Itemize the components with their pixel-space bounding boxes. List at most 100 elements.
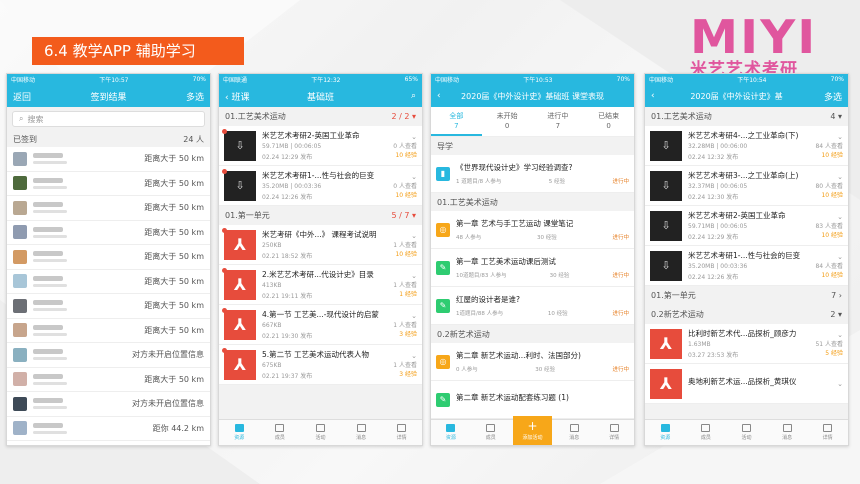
resource-item[interactable]: ⇩ 米艺艺术考研3-...之工业革命(上) 32.37MB | 00:06:05 02… (645, 166, 848, 206)
activity-item[interactable]: ◎ 第一章 艺术与手工艺运动 课堂笔记 48 人参与 30 经验 进行中 (431, 211, 634, 249)
tab-label: 详情 (609, 435, 620, 441)
activity-item[interactable]: ✎ 红屋的设计者是谁? 1道题目/88 人参与 10 经验 进行中 (431, 287, 634, 325)
multi-select-button[interactable]: 多选 (824, 90, 842, 103)
list-item[interactable]: 距离大于 50 km (7, 147, 210, 172)
search-input[interactable]: ⌕ 搜索 (12, 111, 205, 127)
tab-messages[interactable]: 消息 (341, 420, 382, 445)
group-header[interactable]: 01.工艺美术运动 4 ▾ (645, 107, 848, 126)
tab-resources[interactable]: 资源 (431, 420, 471, 445)
item-meta: 413KB (262, 282, 389, 289)
resource-item[interactable]: ⅄ 米艺考研《中外...》 课程考试说明 250KB 02.21 18:52 发布 ⌄ 1… (219, 225, 422, 265)
resource-item[interactable]: ⅄ 比利时新艺术代...品探析_顾彦力 1.63MB 03.27 23:53 发布 ⌄ 5… (645, 324, 848, 364)
view-count: 0 人查看 (393, 142, 417, 150)
activity-icon (741, 424, 751, 432)
search-icon[interactable]: ⌕ (411, 91, 416, 101)
group-header[interactable]: 01.第一单元 5 / 7 ▾ (219, 206, 422, 225)
activity-item[interactable]: ◎ 第二章 新艺术运动...利时、法国部分) 0 人参与 30 经验 进行中 (431, 343, 634, 381)
tab-messages[interactable]: 消息 (767, 420, 808, 445)
tab-activities[interactable]: 活动 (300, 420, 341, 445)
tab-activities[interactable]: + 添加活动 (512, 416, 553, 445)
blurred-name (33, 275, 63, 281)
chevron-down-icon[interactable]: ⌄ (815, 213, 843, 221)
blurred-name (33, 153, 63, 159)
resource-item[interactable]: ⇩ 米艺艺术考研2-英国工业革命 59.71MB | 00:06:05 02.24 1… (645, 206, 848, 246)
list-item[interactable]: 距离大于 50 km (7, 245, 210, 270)
chevron-down-icon[interactable]: ⌄ (393, 312, 417, 320)
chevron-down-icon[interactable]: ⌄ (815, 253, 843, 261)
resource-item[interactable]: ⇩ 米艺艺术考研1-...性与社会的巨变 35.20MB | 00:03:36 02.… (645, 246, 848, 286)
resource-item[interactable]: ⅄ 5.第二节 工艺美术运动代表人物 675KB 02.21 19:37 发布 ⌄ 1 人… (219, 345, 422, 385)
back-button[interactable]: ‹ (437, 91, 441, 101)
chevron-down-icon[interactable]: ⌄ (393, 272, 417, 280)
activity-item[interactable]: ✎ 第一章 工艺美术运动课后测试 10道题目/83 人参与 30 经验 进行中 (431, 249, 634, 287)
pdf-icon: ⅄ (650, 328, 682, 359)
chevron-down-icon[interactable]: ⌄ (815, 173, 843, 181)
tab-resources[interactable]: 资源 (645, 420, 686, 445)
activity-item[interactable]: ✎ 第二章 新艺术运动配套练习题 (1) (431, 381, 634, 419)
chevron-down-icon[interactable]: ⌄ (393, 173, 417, 181)
tab-details[interactable]: 详情 (594, 420, 634, 445)
list-item[interactable]: 距离大于 50 km (7, 294, 210, 319)
group-header[interactable]: 0.2新艺术运动 2 ▾ (645, 305, 848, 324)
chevron-down-icon[interactable]: ⌄ (393, 232, 417, 240)
search-placeholder: 搜索 (27, 114, 44, 124)
item-date: 02.21 19:30 发布 (262, 333, 313, 340)
unread-dot (222, 227, 227, 233)
back-button[interactable]: ‹ (651, 91, 655, 101)
members-icon (275, 424, 285, 432)
resource-item[interactable]: ⇩ 米艺艺术考研4-...之工业革命(下) 32.28MB | 00:06:00 02… (645, 126, 848, 166)
activity-item[interactable]: ▮ 《世界现代设计史》学习经验调查? 1 道题目/8 人参与 5 经验 进行中 (431, 155, 634, 193)
section-header: 已签到 24 人 (7, 131, 210, 147)
tab-messages[interactable]: 消息 (554, 420, 594, 445)
list-item[interactable]: 距离大于 50 km (7, 318, 210, 343)
resource-item[interactable]: ⅄ 4.第一节 工艺美...-现代设计的启蒙 667KB 02.21 19:30 发布… (219, 305, 422, 345)
item-body: 4.第一节 工艺美...-现代设计的启蒙 667KB 02.21 19:30 发布 (262, 309, 389, 340)
resource-item[interactable]: ⇩ 米艺艺术考研2-英国工业革命 59.71MB | 00:06:05 02.24 1… (219, 126, 422, 166)
list-item[interactable]: 距离大于 50 km (7, 220, 210, 245)
resource-item[interactable]: ⅄ 2.米艺艺术考研...代设计史》目录 413KB 02.21 19:11 发布 ⌄ 1… (219, 265, 422, 305)
tab-label: 资源 (234, 435, 245, 441)
tab-count: 7 (555, 122, 561, 130)
tab-in-progress[interactable]: 进行中 7 (533, 107, 584, 136)
tab-members[interactable]: 成员 (686, 420, 727, 445)
tab-members[interactable]: 成员 (471, 420, 511, 445)
item-meta: 250KB (262, 242, 389, 249)
back-button[interactable]: ‹ 班课 (225, 90, 249, 103)
list-item[interactable]: 距你 44.1 km (7, 441, 210, 445)
tab-ended[interactable]: 已结束 0 (583, 107, 634, 136)
group-count: 2 / 2 ▾ (391, 112, 416, 121)
tab-all[interactable]: 全部 7 (431, 107, 482, 136)
list-item[interactable]: 距离大于 50 km (7, 269, 210, 294)
item-title: 奥地利新艺术运...品探析_黄琪仪 (688, 377, 797, 386)
chevron-down-icon[interactable]: ⌄ (393, 352, 417, 360)
resource-item[interactable]: ⅄ 奥地利新艺术运...品探析_黄琪仪 ⌄ (645, 364, 848, 404)
list-item[interactable]: 距离大于 50 km (7, 171, 210, 196)
list-item[interactable]: 对方未开启位置信息 (7, 343, 210, 368)
name-placeholder (33, 398, 67, 410)
page-title: 2020届《中外设计史》基础班 课堂表现 (461, 91, 604, 101)
tab-activities[interactable]: 活动 (726, 420, 767, 445)
item-title: 米艺艺术考研1-...性与社会的巨变 (262, 171, 375, 180)
back-button[interactable]: 返回 (13, 90, 31, 103)
item-body: 米艺艺术考研2-英国工业革命 59.71MB | 00:06:05 02.24 12… (688, 210, 811, 241)
distance-text: 距离大于 50 km (144, 203, 204, 213)
group-header[interactable]: 01.第一单元 7 › (645, 286, 848, 305)
tab-resources[interactable]: 资源 (219, 420, 260, 445)
resource-item[interactable]: ⇩ 米艺艺术考研1-...性与社会的巨变 35.20MB | 00:03:36 02.… (219, 166, 422, 206)
tab-details[interactable]: 详情 (381, 420, 422, 445)
chevron-down-icon[interactable]: ⌄ (815, 133, 843, 141)
list-item[interactable]: 对方未开启位置信息 (7, 392, 210, 417)
multi-select-button[interactable]: 多选 (186, 90, 204, 103)
tab-not-started[interactable]: 未开始 0 (482, 107, 533, 136)
list-item[interactable]: 距离大于 50 km (7, 196, 210, 221)
tab-members[interactable]: 成员 (260, 420, 301, 445)
list-item[interactable]: 距你 44.2 km (7, 416, 210, 441)
nav-bar: ‹ 2020届《中外设计史》基 多选 (645, 85, 848, 107)
chevron-down-icon[interactable]: ⌄ (837, 380, 843, 388)
chevron-down-icon[interactable]: ⌄ (815, 331, 843, 339)
tab-details[interactable]: 详情 (807, 420, 848, 445)
list-item[interactable]: 距离大于 50 km (7, 367, 210, 392)
group-header[interactable]: 01.工艺美术运动 2 / 2 ▾ (219, 107, 422, 126)
chevron-down-icon[interactable]: ⌄ (393, 133, 417, 141)
blurred-id (33, 430, 67, 434)
